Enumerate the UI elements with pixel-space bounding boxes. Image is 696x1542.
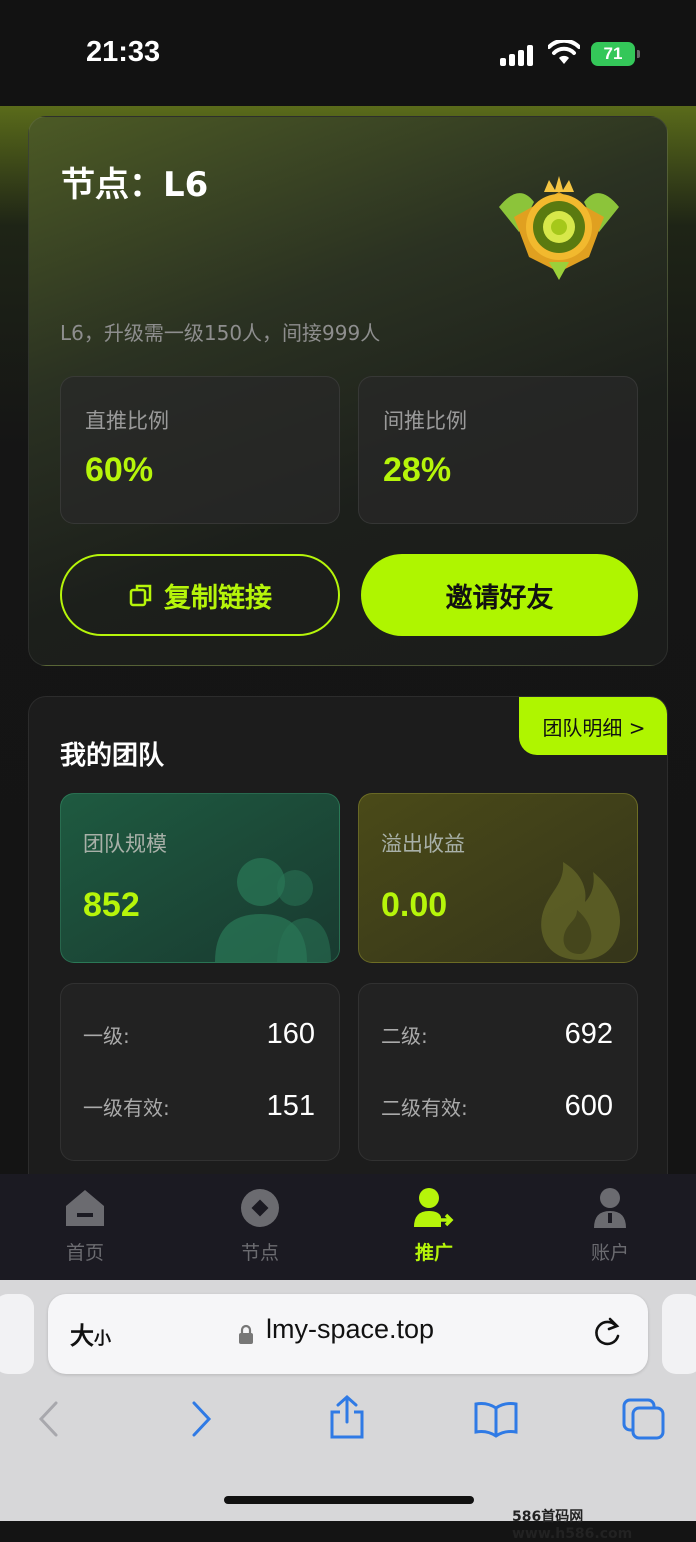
- battery-icon: 71: [591, 42, 635, 66]
- tab-node[interactable]: 节点: [200, 1186, 320, 1265]
- watermark-text: 586首码网 www.h586.com: [512, 1509, 633, 1542]
- account-icon: [594, 1188, 626, 1228]
- level1-box: 一级: 160 一级有效: 151: [60, 983, 340, 1161]
- team-size-label: 团队规模: [83, 832, 167, 856]
- level2-value: 692: [564, 1018, 613, 1050]
- tab-account[interactable]: 账户: [550, 1186, 670, 1265]
- flame-icon: [541, 862, 620, 960]
- indirect-ratio-box: 间推比例 28%: [358, 376, 638, 524]
- forward-icon[interactable]: [188, 1400, 214, 1438]
- copy-icon: [129, 584, 152, 607]
- status-bar: 21:33 71: [0, 0, 696, 106]
- indirect-ratio-label: 间推比例: [383, 409, 467, 433]
- indirect-ratio-value: 28%: [383, 451, 452, 489]
- tab-promote[interactable]: 推广: [374, 1186, 494, 1265]
- team-detail-link[interactable]: 团队明细 >: [519, 697, 667, 755]
- share-icon[interactable]: [328, 1394, 366, 1440]
- level1-valid-row: 一级有效: 151: [83, 1090, 315, 1123]
- next-tab-preview[interactable]: [662, 1294, 696, 1374]
- copy-link-button[interactable]: 复制链接: [60, 554, 340, 636]
- team-title: 我的团队: [60, 741, 165, 771]
- back-icon[interactable]: [36, 1400, 62, 1438]
- direct-ratio-label: 直推比例: [85, 409, 169, 433]
- home-indicator: [224, 1496, 474, 1504]
- overflow-income-box: 溢出收益 0.00: [358, 793, 638, 963]
- level2-valid-value: 600: [564, 1090, 613, 1122]
- previous-tab-preview[interactable]: [0, 1294, 34, 1374]
- lock-icon: [239, 1324, 253, 1344]
- level1-valid-value: 151: [266, 1090, 315, 1122]
- signal-icon: [500, 44, 536, 66]
- battery-tip: [637, 50, 640, 58]
- level1-row: 一级: 160: [83, 1018, 315, 1051]
- main-content: 节点：L6 L6，升级需一级150人，间接999人 直推比例 60% 间推比例 …: [0, 106, 696, 1174]
- node-card: 节点：L6 L6，升级需一级150人，间接999人 直推比例 60% 间推比例 …: [28, 116, 668, 666]
- clock: 21:33: [86, 36, 161, 68]
- tab-home[interactable]: 首页: [25, 1186, 145, 1265]
- direct-ratio-box: 直推比例 60%: [60, 376, 340, 524]
- copy-link-label: 复制链接: [164, 582, 272, 614]
- overflow-income-value: 0.00: [381, 886, 448, 924]
- bookmarks-icon[interactable]: [473, 1400, 519, 1438]
- url-text: lmy-space.top: [266, 1314, 435, 1344]
- level-badge-icon: [499, 176, 619, 280]
- level2-valid-row: 二级有效: 600: [381, 1090, 613, 1123]
- invite-friend-button[interactable]: 邀请好友: [361, 554, 638, 636]
- level2-box: 二级: 692 二级有效: 600: [358, 983, 638, 1161]
- level1-label: 一级:: [83, 1024, 130, 1048]
- text-size-button[interactable]: 大小: [70, 1316, 111, 1351]
- tabs-icon[interactable]: [622, 1398, 666, 1440]
- level2-label: 二级:: [381, 1024, 428, 1048]
- direct-ratio-value: 60%: [85, 451, 154, 489]
- overflow-income-label: 溢出收益: [381, 832, 465, 856]
- promote-icon: [414, 1188, 454, 1227]
- team-card: 我的团队 团队明细 > 团队规模 852 溢出收益 0.00 一级: 160 一…: [28, 696, 668, 1174]
- browser-chrome: 大小 lmy-space.top 586首码网 www.h586.com: [0, 1280, 696, 1542]
- people-icon: [215, 858, 331, 962]
- home-icon: [66, 1190, 104, 1226]
- reload-icon[interactable]: [592, 1316, 622, 1348]
- address-bar[interactable]: 大小 lmy-space.top: [48, 1294, 648, 1374]
- node-title: 节点：L6: [61, 165, 209, 205]
- node-description: L6，升级需一级150人，间接999人: [60, 321, 381, 345]
- level1-value: 160: [266, 1018, 315, 1050]
- node-icon: [241, 1189, 279, 1227]
- team-size-value: 852: [83, 886, 140, 924]
- wifi-icon: [548, 40, 580, 64]
- level1-valid-label: 一级有效:: [83, 1096, 170, 1120]
- level2-row: 二级: 692: [381, 1018, 613, 1051]
- level2-valid-label: 二级有效:: [381, 1096, 468, 1120]
- bottom-tab-bar: 首页 节点 推广 账户: [0, 1174, 696, 1280]
- team-size-box: 团队规模 852: [60, 793, 340, 963]
